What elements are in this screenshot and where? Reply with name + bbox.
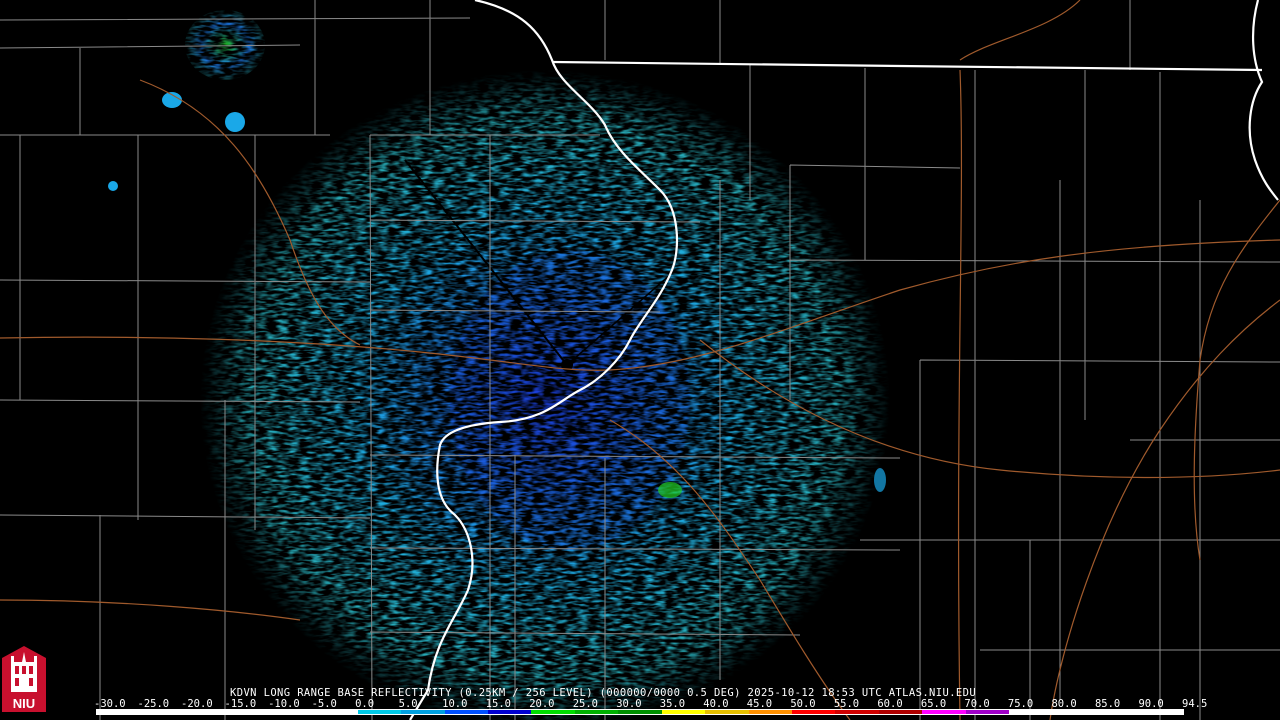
storm-cell	[658, 482, 682, 498]
map-canvas[interactable]	[0, 0, 1280, 720]
color-bar-segment	[878, 710, 923, 714]
color-bar-segment	[1139, 710, 1183, 714]
color-bar-segment	[183, 710, 228, 714]
reflectivity-scale-labels: -30.0 -25.0 -20.0 -15.0 -10.0 -5.0 0.0 5.0 10.0 1…	[94, 698, 1207, 710]
color-bar-segment	[1096, 710, 1140, 714]
state-border-lake-michigan	[1248, 0, 1279, 201]
color-bar-segment	[705, 710, 749, 714]
niu-logo[interactable]: NIU	[2, 646, 46, 716]
color-bar-segment	[531, 710, 575, 714]
color-bar-segment	[965, 710, 1010, 714]
color-bar-segment	[270, 710, 315, 714]
color-bar-segment	[314, 710, 358, 714]
color-bar-segment	[487, 710, 532, 714]
color-bar-segment	[835, 710, 879, 714]
color-bar-segment	[140, 710, 184, 714]
color-bar-segment	[922, 710, 966, 714]
color-bar-segment	[97, 710, 141, 714]
color-bar-segment	[227, 710, 271, 714]
storm-cell	[108, 181, 118, 191]
color-bar-segment	[401, 710, 445, 714]
logo-text: NIU	[13, 696, 35, 711]
color-bar-segment	[357, 710, 402, 714]
color-bar-segment	[792, 710, 836, 714]
color-bar-segment	[748, 710, 792, 714]
state-border-iowa-minnesota	[552, 60, 1263, 72]
color-bar-segment	[1052, 710, 1097, 714]
color-bar-segment	[574, 710, 619, 714]
color-bar-segment	[661, 710, 706, 714]
echo-core	[450, 250, 690, 550]
radar-map[interactable]: KDVN LONG RANGE BASE REFLECTIVITY (0.25K…	[0, 0, 1280, 720]
storm-cell	[225, 112, 245, 132]
color-bar-segment	[1009, 710, 1053, 714]
color-bar-segment	[618, 710, 662, 714]
color-bar-segment	[444, 710, 488, 714]
storm-cell	[874, 468, 886, 492]
reflectivity-color-bar	[96, 709, 1184, 715]
scale-label: 94.5	[1182, 698, 1208, 710]
